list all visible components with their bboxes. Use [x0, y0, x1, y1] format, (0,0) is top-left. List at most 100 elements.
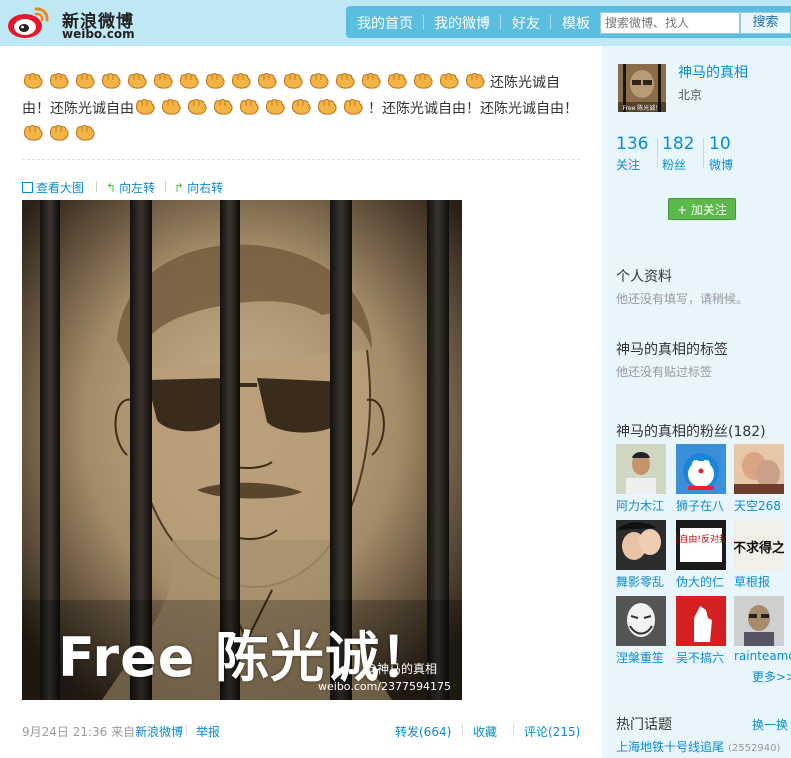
- fist-emoji-icon: [23, 73, 43, 89]
- more-fans-link[interactable]: 更多>>: [752, 668, 791, 685]
- meta-divider: [186, 724, 187, 735]
- fist-emoji-icon: [465, 73, 485, 89]
- rotate-left-label: 向左转: [119, 181, 156, 195]
- search-button[interactable]: 搜索: [740, 12, 791, 34]
- hot-topic-title: 上海地铁十号线追尾: [616, 740, 725, 754]
- weibo-logo[interactable]: 新浪微博 weibo.com: [6, 3, 146, 43]
- nav-divider: [550, 15, 551, 29]
- fan-avatar: [616, 444, 666, 494]
- report-link[interactable]: 举报: [196, 723, 220, 740]
- hot-topics-refresh[interactable]: 换一换: [752, 716, 788, 733]
- rotate-right-label: 向右转: [187, 181, 224, 195]
- rotate-right-icon: ↱: [174, 181, 185, 195]
- hot-topic-count: (2552940): [728, 743, 781, 754]
- fist-emoji-icon: [387, 73, 407, 89]
- favorite-link[interactable]: 收藏: [473, 723, 497, 740]
- post-time[interactable]: 9月24日 21:36: [22, 725, 107, 739]
- fist-emoji-icon: [101, 73, 121, 89]
- fist-emoji-icon: [49, 73, 69, 89]
- post-text-line2a: 由！还陈光诚自由: [22, 101, 134, 117]
- image-watermark-url: weibo.com/2377594175: [318, 680, 452, 693]
- source-prefix: 来自: [111, 725, 136, 739]
- hot-topics-title: 热门话题: [616, 717, 672, 733]
- profile-sidebar: Free 陈光诚！ 神马的真相 北京 136 关注 182 粉丝 10 微博 +…: [602, 46, 791, 758]
- tags-empty: 他还没有贴过标签: [616, 365, 713, 379]
- fist-emoji-icon: [265, 99, 285, 115]
- fist-emoji-icon: [161, 99, 181, 115]
- profile-location: 北京: [678, 88, 703, 102]
- fist-emoji-icon: [75, 73, 95, 89]
- nav-home[interactable]: 我的首页: [357, 13, 413, 33]
- stat-number: 182: [662, 134, 695, 154]
- fist-emoji-icon: [127, 73, 147, 89]
- fan-item[interactable]: 涅槃重笙: [616, 596, 670, 666]
- avatar[interactable]: Free 陈光诚！: [618, 64, 666, 112]
- fan-avatar: 言论自由!反对封号!: [676, 520, 726, 570]
- fan-item[interactable]: 狮子在八: [676, 444, 730, 514]
- image-watermark-user: @神马的真相: [365, 662, 438, 676]
- meta-divider: [513, 724, 514, 735]
- profile-name[interactable]: 神马的真相: [678, 62, 748, 82]
- fan-item[interactable]: 天空268: [734, 444, 788, 514]
- search-input[interactable]: [600, 12, 740, 34]
- fist-emoji-icon: [439, 73, 459, 89]
- stat-label: 粉丝: [662, 158, 687, 172]
- stat-divider: [703, 138, 704, 168]
- fist-emoji-icon: [205, 73, 225, 89]
- fan-item[interactable]: 阿力木江: [616, 444, 670, 514]
- fist-emoji-icon: [75, 125, 95, 141]
- post-text: 还陈光诚自 由！还陈光诚自由 ！还陈光诚自由！还陈光诚自由！: [22, 70, 582, 148]
- fan-item[interactable]: 言论自由!反对封号! 伪大的仁: [676, 520, 730, 590]
- top-bar: 新浪微博 weibo.com 我的首页 我的微博 好友 模板 搜索: [0, 0, 791, 46]
- comment-link[interactable]: 评论(215): [524, 723, 580, 740]
- nav-divider: [500, 15, 501, 29]
- fan-name: 涅槃重笙: [616, 651, 665, 665]
- fan-name: 舞影零乱: [616, 575, 665, 589]
- repost-link[interactable]: 转发(664): [395, 723, 451, 740]
- source-link[interactable]: 新浪微博: [135, 725, 183, 739]
- fist-emoji-icon: [213, 99, 233, 115]
- post-image[interactable]: Free 陈光诚！ @神马的真相 weibo.com/2377594175: [22, 200, 462, 700]
- stat-following[interactable]: 136 关注: [616, 134, 648, 173]
- fans-title[interactable]: 神马的真相的粉丝(182): [616, 421, 766, 441]
- rotate-left-link[interactable]: ↰ 向左转: [106, 179, 155, 196]
- fist-emoji-icon: [23, 125, 43, 141]
- fist-emoji-icon: [153, 73, 173, 89]
- fan-item[interactable]: rainteamo: [734, 596, 791, 663]
- fist-emoji-icon: [283, 73, 303, 89]
- fist-emoji-icon: [343, 99, 363, 115]
- post-time-source: 9月24日 21:36 来自新浪微博: [22, 723, 183, 740]
- tags-title: 神马的真相的标签: [616, 342, 728, 358]
- fist-emoji-icon: [239, 99, 259, 115]
- nav-templates[interactable]: 模板: [562, 13, 590, 33]
- fan-item[interactable]: 舞影零乱: [616, 520, 670, 590]
- profile-info-empty: 他还没有填写，请稍候。: [616, 292, 749, 306]
- rotate-left-icon: ↰: [106, 181, 117, 195]
- fan-name: 草根报: [734, 575, 771, 589]
- fist-emoji-row: [134, 99, 368, 117]
- stat-weibo[interactable]: 10 微博: [709, 134, 733, 173]
- nav-my-weibo[interactable]: 我的微博: [434, 13, 490, 33]
- fist-emoji-icon: [49, 125, 69, 141]
- fist-emoji-icon: [187, 99, 207, 115]
- fan-avatar: [734, 444, 784, 494]
- nav-friends[interactable]: 好友: [512, 13, 540, 33]
- stat-number: 136: [616, 134, 649, 154]
- stat-fans[interactable]: 182 粉丝: [662, 134, 694, 173]
- fan-item[interactable]: 吴不搞六: [676, 596, 730, 666]
- stat-divider: [657, 138, 658, 168]
- divider: [22, 159, 580, 160]
- follow-button[interactable]: + 加关注: [668, 198, 736, 220]
- post-detail: 还陈光诚自 由！还陈光诚自由 ！还陈光诚自由！还陈光诚自由！ 查看大图 ↰ 向左转 …: [0, 46, 602, 758]
- svg-text:不求得之: 不求得之: [734, 540, 784, 556]
- fan-avatar: [676, 596, 726, 646]
- fan-name: rainteamo: [734, 649, 791, 663]
- stat-label: 关注: [616, 158, 641, 172]
- view-large-image-link[interactable]: 查看大图: [22, 179, 84, 196]
- fan-name: 狮子在八: [676, 499, 725, 513]
- fan-item[interactable]: 不求得之 草根报: [734, 520, 788, 590]
- hot-topic-item[interactable]: 上海地铁十号线追尾 (2552940): [616, 738, 780, 755]
- rotate-right-link[interactable]: ↱ 向右转: [174, 179, 223, 196]
- tool-divider: [96, 181, 97, 192]
- post-text-line1: 还陈光诚自: [490, 75, 560, 91]
